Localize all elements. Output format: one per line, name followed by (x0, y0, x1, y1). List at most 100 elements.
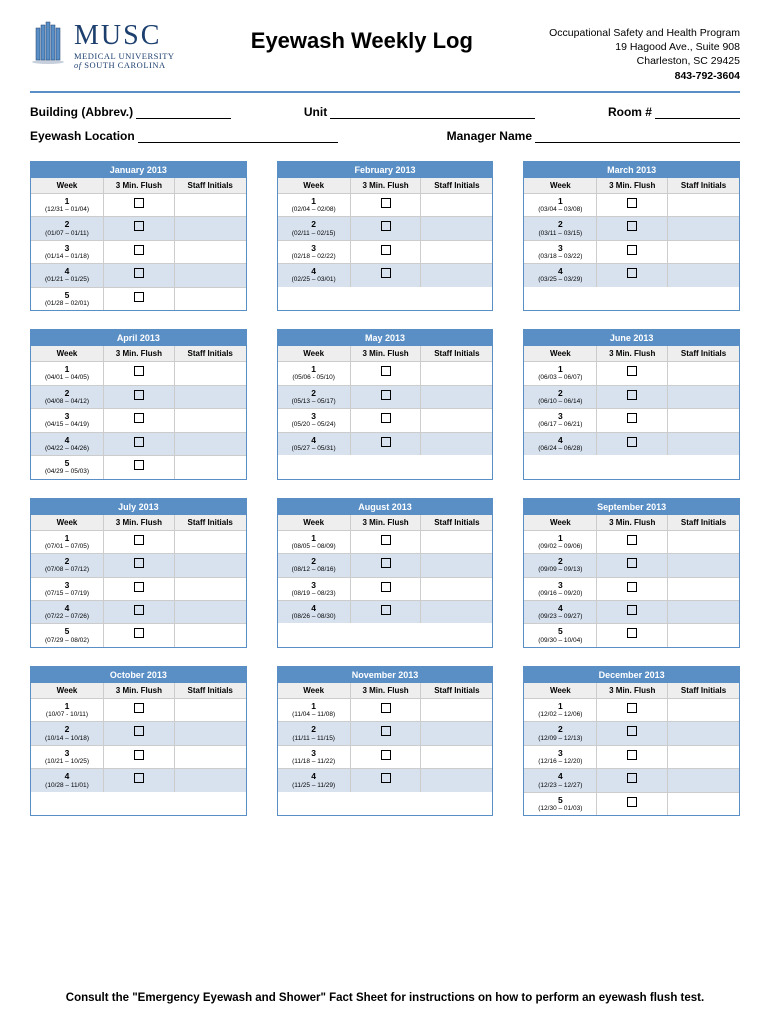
flush-checkbox[interactable] (627, 750, 637, 760)
flush-checkbox[interactable] (627, 605, 637, 615)
flush-checkbox[interactable] (134, 460, 144, 470)
flush-checkbox[interactable] (134, 413, 144, 423)
week-cell-initials[interactable] (175, 699, 246, 721)
flush-checkbox[interactable] (627, 797, 637, 807)
flush-checkbox[interactable] (134, 221, 144, 231)
flush-checkbox[interactable] (134, 245, 144, 255)
week-cell-initials[interactable] (175, 554, 246, 576)
week-cell-initials[interactable] (421, 362, 492, 384)
week-cell-initials[interactable] (421, 601, 492, 623)
week-cell-initials[interactable] (175, 624, 246, 646)
flush-checkbox[interactable] (381, 198, 391, 208)
week-cell-initials[interactable] (668, 746, 739, 768)
week-cell-initials[interactable] (668, 241, 739, 263)
flush-checkbox[interactable] (627, 535, 637, 545)
week-cell-initials[interactable] (668, 722, 739, 744)
flush-checkbox[interactable] (134, 366, 144, 376)
week-cell-initials[interactable] (668, 624, 739, 646)
week-cell-initials[interactable] (175, 241, 246, 263)
flush-checkbox[interactable] (134, 292, 144, 302)
flush-checkbox[interactable] (134, 558, 144, 568)
flush-checkbox[interactable] (381, 268, 391, 278)
week-cell-initials[interactable] (668, 601, 739, 623)
flush-checkbox[interactable] (627, 413, 637, 423)
week-cell-initials[interactable] (421, 194, 492, 216)
week-cell-initials[interactable] (668, 769, 739, 791)
flush-checkbox[interactable] (627, 726, 637, 736)
flush-checkbox[interactable] (627, 628, 637, 638)
flush-checkbox[interactable] (627, 198, 637, 208)
flush-checkbox[interactable] (134, 582, 144, 592)
flush-checkbox[interactable] (381, 437, 391, 447)
week-cell-initials[interactable] (175, 409, 246, 431)
week-cell-initials[interactable] (668, 433, 739, 455)
week-cell-initials[interactable] (421, 746, 492, 768)
flush-checkbox[interactable] (381, 750, 391, 760)
week-cell-initials[interactable] (421, 531, 492, 553)
week-cell-initials[interactable] (175, 433, 246, 455)
flush-checkbox[interactable] (627, 558, 637, 568)
flush-checkbox[interactable] (134, 268, 144, 278)
flush-checkbox[interactable] (627, 245, 637, 255)
flush-checkbox[interactable] (381, 535, 391, 545)
week-cell-initials[interactable] (668, 362, 739, 384)
flush-checkbox[interactable] (134, 437, 144, 447)
location-input[interactable] (138, 131, 338, 143)
week-cell-initials[interactable] (175, 769, 246, 791)
week-cell-initials[interactable] (421, 217, 492, 239)
flush-checkbox[interactable] (627, 366, 637, 376)
flush-checkbox[interactable] (627, 582, 637, 592)
week-cell-initials[interactable] (421, 433, 492, 455)
week-cell-initials[interactable] (668, 578, 739, 600)
manager-input[interactable] (535, 131, 740, 143)
week-cell-initials[interactable] (175, 288, 246, 310)
week-cell-initials[interactable] (668, 793, 739, 815)
week-cell-initials[interactable] (668, 386, 739, 408)
week-cell-initials[interactable] (421, 241, 492, 263)
week-cell-initials[interactable] (175, 194, 246, 216)
flush-checkbox[interactable] (134, 726, 144, 736)
flush-checkbox[interactable] (381, 366, 391, 376)
unit-input[interactable] (330, 107, 535, 119)
flush-checkbox[interactable] (134, 198, 144, 208)
week-cell-initials[interactable] (421, 578, 492, 600)
week-cell-initials[interactable] (175, 531, 246, 553)
flush-checkbox[interactable] (381, 558, 391, 568)
week-cell-initials[interactable] (175, 217, 246, 239)
week-cell-initials[interactable] (668, 264, 739, 286)
week-cell-initials[interactable] (175, 722, 246, 744)
flush-checkbox[interactable] (627, 221, 637, 231)
week-cell-initials[interactable] (668, 194, 739, 216)
week-cell-initials[interactable] (668, 409, 739, 431)
building-input[interactable] (136, 107, 231, 119)
flush-checkbox[interactable] (381, 413, 391, 423)
week-cell-initials[interactable] (421, 554, 492, 576)
week-cell-initials[interactable] (668, 531, 739, 553)
flush-checkbox[interactable] (381, 605, 391, 615)
room-input[interactable] (655, 107, 740, 119)
flush-checkbox[interactable] (627, 703, 637, 713)
flush-checkbox[interactable] (627, 390, 637, 400)
flush-checkbox[interactable] (627, 773, 637, 783)
week-cell-initials[interactable] (175, 264, 246, 286)
flush-checkbox[interactable] (134, 773, 144, 783)
flush-checkbox[interactable] (134, 535, 144, 545)
flush-checkbox[interactable] (381, 221, 391, 231)
week-cell-initials[interactable] (175, 746, 246, 768)
flush-checkbox[interactable] (134, 628, 144, 638)
week-cell-initials[interactable] (421, 699, 492, 721)
week-cell-initials[interactable] (175, 362, 246, 384)
flush-checkbox[interactable] (134, 750, 144, 760)
flush-checkbox[interactable] (627, 268, 637, 278)
flush-checkbox[interactable] (134, 390, 144, 400)
flush-checkbox[interactable] (381, 390, 391, 400)
flush-checkbox[interactable] (381, 582, 391, 592)
week-cell-initials[interactable] (421, 769, 492, 791)
flush-checkbox[interactable] (627, 437, 637, 447)
flush-checkbox[interactable] (134, 703, 144, 713)
week-cell-initials[interactable] (175, 386, 246, 408)
flush-checkbox[interactable] (381, 245, 391, 255)
week-cell-initials[interactable] (421, 386, 492, 408)
week-cell-initials[interactable] (421, 264, 492, 286)
flush-checkbox[interactable] (381, 703, 391, 713)
